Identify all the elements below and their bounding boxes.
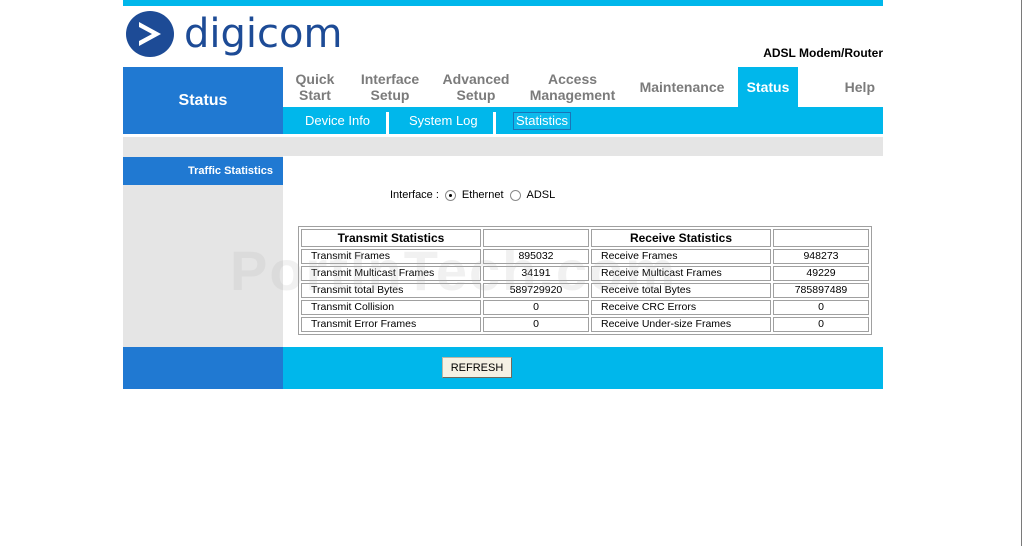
table-header-row: Transmit Statistics Receive Statistics xyxy=(301,229,869,247)
interface-label: Interface : xyxy=(390,189,439,201)
tab-access-management[interactable]: Access Management xyxy=(519,67,626,107)
adsl-radio[interactable] xyxy=(509,189,521,201)
tx-value: 589729920 xyxy=(483,283,589,298)
ethernet-label: Ethernet xyxy=(461,189,504,201)
rx-label: Receive Under-size Frames xyxy=(591,317,771,332)
table-row: Transmit Multicast Frames 34191 Receive … xyxy=(301,266,869,281)
tx-value: 34191 xyxy=(483,266,589,281)
tab-maintenance[interactable]: Maintenance xyxy=(626,67,738,107)
brand-logo: digicom xyxy=(125,9,342,59)
brand-name: digicom xyxy=(184,11,343,57)
rx-label: Receive Frames xyxy=(591,249,771,264)
transmit-value-header xyxy=(483,229,589,247)
receive-header: Receive Statistics xyxy=(591,229,771,247)
subnav-device-info[interactable]: Device Info xyxy=(305,113,370,129)
tx-label: Transmit Multicast Frames xyxy=(301,266,481,281)
footer-left-block xyxy=(123,347,283,389)
tab-status[interactable]: Status xyxy=(738,67,798,107)
sidebar-label: Traffic Statistics xyxy=(123,157,283,185)
content-header-bar xyxy=(123,137,883,156)
top-accent-bar xyxy=(123,0,883,6)
subnav-system-log[interactable]: System Log xyxy=(409,113,478,129)
refresh-button[interactable]: REFRESH xyxy=(442,357,512,378)
footer-action-bar xyxy=(283,347,883,389)
traffic-statistics-table: Transmit Statistics Receive Statistics T… xyxy=(298,226,872,335)
product-name: ADSL Modem/Router xyxy=(763,46,883,60)
tx-label: Transmit total Bytes xyxy=(301,283,481,298)
rx-label: Receive Multicast Frames xyxy=(591,266,771,281)
table-row: Transmit Collision 0 Receive CRC Errors … xyxy=(301,300,869,315)
table-row: Transmit Error Frames 0 Receive Under-si… xyxy=(301,317,869,332)
adsl-label: ADSL xyxy=(526,189,556,201)
table-row: Transmit Frames 895032 Receive Frames 94… xyxy=(301,249,869,264)
receive-value-header xyxy=(773,229,869,247)
rx-value: 0 xyxy=(773,300,869,315)
subnav-divider xyxy=(493,112,496,134)
rx-value: 49229 xyxy=(773,266,869,281)
sub-navigation: Device Info System Log Statistics xyxy=(283,107,883,134)
tx-value: 0 xyxy=(483,317,589,332)
rx-value: 785897489 xyxy=(773,283,869,298)
tab-help[interactable]: Help xyxy=(798,67,883,107)
tx-label: Transmit Error Frames xyxy=(301,317,481,332)
tab-interface-setup[interactable]: Interface Setup xyxy=(347,67,433,107)
rx-value: 948273 xyxy=(773,249,869,264)
tx-value: 895032 xyxy=(483,249,589,264)
table-row: Transmit total Bytes 589729920 Receive t… xyxy=(301,283,869,298)
rx-label: Receive total Bytes xyxy=(591,283,771,298)
rx-value: 0 xyxy=(773,317,869,332)
subnav-divider xyxy=(386,112,389,134)
tab-advanced-setup[interactable]: Advanced Setup xyxy=(433,67,519,107)
tx-value: 0 xyxy=(483,300,589,315)
transmit-header: Transmit Statistics xyxy=(301,229,481,247)
tab-quick-start[interactable]: Quick Start xyxy=(283,67,347,107)
ethernet-radio[interactable] xyxy=(444,189,456,201)
section-title: Status xyxy=(123,67,283,134)
rx-label: Receive CRC Errors xyxy=(591,300,771,315)
digicom-play-icon xyxy=(126,11,174,57)
tx-label: Transmit Frames xyxy=(301,249,481,264)
subnav-statistics[interactable]: Statistics xyxy=(513,112,572,130)
interface-selector: Interface : Ethernet ADSL xyxy=(390,189,555,201)
tx-label: Transmit Collision xyxy=(301,300,481,315)
